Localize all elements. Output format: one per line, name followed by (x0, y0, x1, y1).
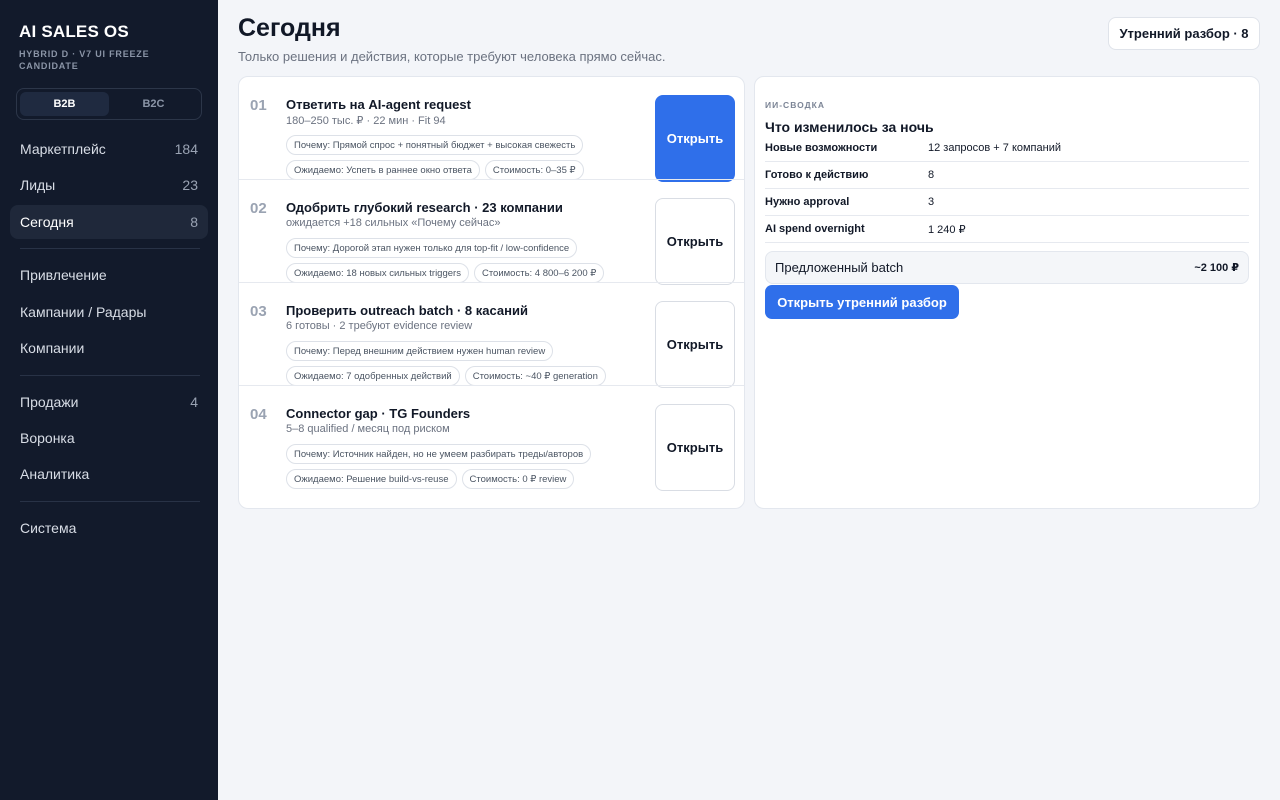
page-subtitle: Только решения и действия, которые требу… (238, 49, 666, 64)
task-chips: Почему: Дорогой этап нужен только для to… (286, 238, 646, 258)
sidebar-item-label: Воронка (20, 430, 75, 446)
batch-value: ~2 100 ₽ (1194, 262, 1239, 274)
expected-chip: Ожидаемо: Успеть в раннее окно ответа (286, 160, 480, 180)
open-morning-review-button[interactable]: Открыть утренний разбор (765, 285, 959, 319)
open-task-button[interactable]: Открыть (655, 301, 735, 388)
page-title: Сегодня (238, 14, 341, 42)
task-list-card: 01 Ответить на AI-agent request 180–250 … (238, 76, 745, 509)
expected-chip: Ожидаемо: Решение build-vs-reuse (286, 469, 457, 489)
brand-title: AI SALES OS (19, 22, 129, 41)
task-meta: ожидается +18 сильных «Почему сейчас» (286, 217, 501, 229)
task-title: Connector gap · TG Founders (286, 406, 471, 421)
sidebar-item-count: 184 (174, 141, 198, 157)
summary-value: 12 запросов + 7 компаний (928, 142, 1061, 154)
task-title: Ответить на AI-agent request (286, 97, 471, 112)
reason-chip: Почему: Прямой спрос + понятный бюджет +… (286, 135, 584, 155)
task-number: 04 (250, 406, 267, 423)
sidebar-item-label: Сегодня (20, 214, 74, 230)
sidebar-item-count: 8 (190, 214, 198, 230)
summary-row: Готово к действию 8 (765, 162, 1249, 189)
summary-row: Новые возможности 12 запросов + 7 компан… (765, 135, 1249, 162)
morning-review-button[interactable]: Утренний разбор · 8 (1108, 17, 1260, 50)
sidebar-item-acquisition[interactable]: Привлечение (10, 258, 208, 292)
sidebar-item-count: 4 (190, 394, 198, 410)
task-chips: Ожидаемо: Успеть в раннее окно ответа Ст… (286, 160, 646, 180)
batch-label: Предложенный batch (775, 260, 904, 275)
summary-row: AI spend overnight 1 240 ₽ (765, 216, 1249, 243)
expected-chip: Ожидаемо: 18 новых сильных triggers (286, 263, 469, 283)
task-chips: Почему: Перед внешним действием нужен hu… (286, 341, 646, 361)
proposed-batch: Предложенный batch ~2 100 ₽ (765, 251, 1249, 284)
sidebar-item-label: Кампании / Радары (20, 304, 147, 320)
sidebar: AI SALES OS HYBRID D · v7 UI FREEZE CAND… (0, 0, 218, 800)
sidebar-item-funnel[interactable]: Воронка (10, 421, 208, 455)
sidebar-divider (20, 248, 200, 249)
task-row: 02 Одобрить глубокий research · 23 компа… (239, 180, 744, 285)
task-title: Проверить outreach batch · 8 касаний (286, 303, 528, 318)
task-row: 04 Connector gap · TG Founders 5–8 quali… (239, 386, 744, 491)
sidebar-item-today[interactable]: Сегодня 8 (10, 205, 208, 239)
sidebar-item-label: Лиды (20, 177, 56, 193)
cost-chip: Стоимость: 4 800–6 200 ₽ (473, 263, 605, 283)
ai-summary-label: ИИ-СВОДКА (765, 100, 825, 110)
cost-chip: Стоимость: 0 ₽ review (461, 469, 575, 489)
reason-chip: Почему: Перед внешним действием нужен hu… (286, 341, 554, 361)
open-task-button[interactable]: Открыть (655, 95, 735, 182)
sidebar-item-label: Маркетплейс (20, 141, 106, 157)
expected-chip: Ожидаемо: 7 одобренных действий (286, 366, 460, 386)
sidebar-item-marketplace[interactable]: Маркетплейс 184 (10, 132, 208, 166)
sidebar-item-companies[interactable]: Компании (10, 331, 208, 365)
sidebar-item-leads[interactable]: Лиды 23 (10, 168, 208, 202)
task-chips: Почему: Прямой спрос + понятный бюджет +… (286, 135, 646, 155)
task-chips: Ожидаемо: 18 новых сильных triggers Стои… (286, 263, 646, 283)
task-meta: 5–8 qualified / месяц под риском (286, 423, 450, 435)
summary-key: Новые возможности (765, 142, 878, 154)
task-chips: Почему: Источник найден, но не умеем раз… (286, 444, 646, 464)
sidebar-item-label: Продажи (20, 394, 79, 410)
ai-summary-title: Что изменилось за ночь (765, 119, 934, 135)
open-task-button[interactable]: Открыть (655, 198, 735, 285)
summary-value: 3 (928, 196, 935, 208)
summary-key: Нужно approval (765, 196, 850, 208)
summary-row: Нужно approval 3 (765, 189, 1249, 216)
summary-value: 1 240 ₽ (928, 223, 966, 236)
sidebar-item-label: Система (20, 520, 77, 536)
task-number: 01 (250, 97, 267, 114)
reason-chip: Почему: Дорогой этап нужен только для to… (286, 238, 578, 258)
segment-b2b[interactable]: B2B (20, 92, 109, 116)
task-chips: Ожидаемо: Решение build-vs-reuse Стоимос… (286, 469, 646, 489)
task-meta: 6 готовы · 2 требуют evidence review (286, 320, 473, 332)
task-chips: Ожидаемо: 7 одобренных действий Стоимост… (286, 366, 646, 386)
reason-chip: Почему: Источник найден, но не умеем раз… (286, 444, 592, 464)
sidebar-item-campaigns[interactable]: Кампании / Радары (10, 295, 208, 329)
task-row: 03 Проверить outreach batch · 8 касаний … (239, 283, 744, 388)
open-task-button[interactable]: Открыть (655, 404, 735, 491)
task-meta: 180–250 тыс. ₽ · 22 мин · Fit 94 (286, 115, 446, 127)
sidebar-item-count: 23 (182, 177, 198, 193)
sidebar-item-label: Аналитика (20, 466, 90, 482)
brand-subtitle: HYBRID D · v7 UI FREEZE CANDIDATE (19, 49, 150, 71)
sidebar-item-system[interactable]: Система (10, 511, 208, 545)
sidebar-item-label: Привлечение (20, 267, 107, 283)
segment-b2c[interactable]: B2C (109, 92, 198, 116)
task-number: 02 (250, 200, 267, 217)
ai-summary-card: ИИ-СВОДКА Что изменилось за ночь Новые в… (754, 76, 1260, 509)
summary-key: AI spend overnight (765, 223, 865, 235)
sidebar-item-sales[interactable]: Продажи 4 (10, 385, 208, 419)
sidebar-item-analytics[interactable]: Аналитика (10, 457, 208, 491)
task-title: Одобрить глубокий research · 23 компании (286, 200, 563, 215)
sidebar-item-label: Компании (20, 340, 85, 356)
task-number: 03 (250, 303, 267, 320)
summary-key: Готово к действию (765, 169, 869, 181)
cost-chip: Стоимость: 0–35 ₽ (484, 160, 584, 180)
task-row: 01 Ответить на AI-agent request 180–250 … (239, 77, 744, 182)
sidebar-divider (20, 375, 200, 376)
sidebar-divider (20, 501, 200, 502)
cost-chip: Стоимость: ~40 ₽ generation (464, 366, 606, 386)
segment-switch: B2B B2C (16, 88, 202, 120)
summary-value: 8 (928, 169, 935, 181)
